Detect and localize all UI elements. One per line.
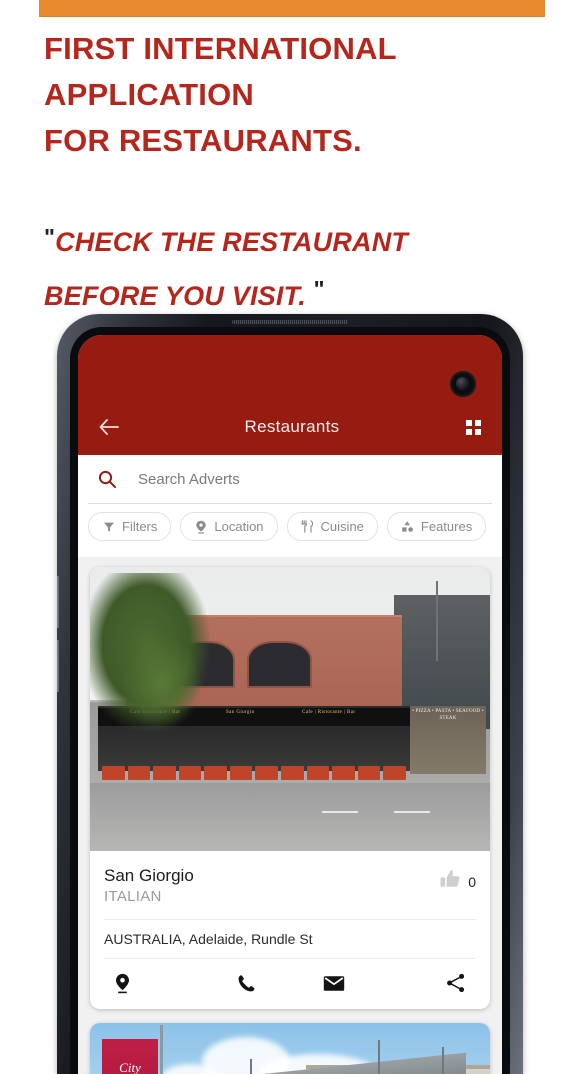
volume-down-button[interactable] xyxy=(57,640,59,692)
volume-up-button[interactable] xyxy=(57,576,59,628)
quote-open-mark: " xyxy=(44,224,56,250)
photo-road xyxy=(90,782,490,851)
chip-cuisine[interactable]: Cuisine xyxy=(286,512,378,541)
photo-mast xyxy=(378,1039,380,1074)
app-bar: Restaurants xyxy=(78,335,502,455)
photo-sign-right: Cafe | Ristorante | Bar xyxy=(302,710,356,716)
photo-road-marking-1 xyxy=(322,811,358,814)
chip-cuisine-label: Cuisine xyxy=(320,519,364,534)
envelope-icon[interactable] xyxy=(290,969,378,997)
restaurant-list: Cafe Ristorante | Bar San Giorgio Cafe |… xyxy=(78,557,502,1074)
chip-location-label: Location xyxy=(214,519,264,534)
promo-quote: "CHECK THE RESTAURANT BEFORE YOU VISIT. … xyxy=(44,214,554,320)
headline-line-1: FIRST INTERNATIONAL xyxy=(44,31,397,66)
photo-sign-center: San Giorgio xyxy=(226,710,255,716)
photo-window-right xyxy=(247,641,313,689)
map-pin-icon[interactable] xyxy=(104,969,202,997)
photo-street-banner: City xyxy=(102,1038,158,1074)
search-icon xyxy=(94,466,120,492)
chip-features[interactable]: Features xyxy=(386,512,487,541)
fork-knife-icon xyxy=(301,520,315,534)
headline-line-3: FOR RESTAURANTS. xyxy=(44,123,362,158)
grid-view-icon[interactable] xyxy=(460,414,486,440)
quote-line-2: BEFORE YOU VISIT. " xyxy=(44,266,554,320)
search-header: Search Adverts Filters Location Cuisine … xyxy=(78,455,502,557)
filter-funnel-icon xyxy=(102,520,116,534)
photo-shopfront xyxy=(98,726,410,772)
search-divider xyxy=(88,503,492,504)
search-row[interactable]: Search Adverts xyxy=(78,455,502,503)
thumbs-up-icon[interactable] xyxy=(440,869,461,894)
phone-screen: Restaurants Search Adverts Filters Locat… xyxy=(78,335,502,1074)
restaurant-address: AUSTRALIA, Adelaide, Rundle St xyxy=(104,931,313,947)
restaurant-photo: City xyxy=(90,1023,490,1074)
app-bar-row: Restaurants xyxy=(78,403,502,451)
front-camera-punch-hole xyxy=(450,371,476,397)
back-arrow-icon[interactable] xyxy=(94,412,124,442)
restaurant-photo: Cafe Ristorante | Bar San Giorgio Cafe |… xyxy=(90,567,490,851)
restaurant-cuisine: ITALIAN xyxy=(104,888,162,905)
card-actions-row xyxy=(90,959,490,1009)
card-title-row: San Giorgio ITALIAN 0 xyxy=(90,851,490,919)
photo-menu-board-text: • PIZZA • PASTA • SEAFOOD • STEAK xyxy=(412,709,484,722)
chip-location[interactable]: Location xyxy=(180,512,278,541)
app-bar-title: Restaurants xyxy=(244,417,340,436)
restaurant-name: San Giorgio xyxy=(104,866,194,885)
top-orange-bar xyxy=(39,0,545,17)
photo-street-pole xyxy=(436,581,438,661)
chip-features-label: Features xyxy=(420,519,473,534)
location-pin-icon xyxy=(194,520,208,534)
chip-filters-label: Filters xyxy=(122,519,158,534)
photo-tree-secondary xyxy=(122,635,202,732)
phone-mockup: Restaurants Search Adverts Filters Locat… xyxy=(57,314,523,1074)
photo-mast xyxy=(442,1047,444,1074)
photo-mast xyxy=(250,1059,252,1074)
like-count: 0 xyxy=(468,873,476,890)
filter-chips-row: Filters Location Cuisine Features xyxy=(78,512,502,551)
restaurant-card[interactable]: City xyxy=(90,1023,490,1074)
phone-icon[interactable] xyxy=(202,969,290,997)
promo-headline: FIRST INTERNATIONAL APPLICATION FOR REST… xyxy=(44,26,544,164)
quote-text-2: BEFORE YOU VISIT. xyxy=(44,281,306,311)
card-body: San Giorgio ITALIAN 0 AUSTRALIA, Adelaid… xyxy=(90,851,490,1009)
card-title-col: San Giorgio ITALIAN xyxy=(104,865,440,907)
photo-banner-text: City xyxy=(119,1059,141,1074)
restaurant-card[interactable]: Cafe Ristorante | Bar San Giorgio Cafe |… xyxy=(90,567,490,1009)
quote-line-1: "CHECK THE RESTAURANT xyxy=(44,214,554,266)
photo-menu-board: • PIZZA • PASTA • SEAFOOD • STEAK xyxy=(410,706,486,775)
chip-filters[interactable]: Filters xyxy=(88,512,172,541)
headline-line-2: APPLICATION xyxy=(44,77,255,112)
like-group[interactable]: 0 xyxy=(440,865,476,894)
search-input[interactable]: Search Adverts xyxy=(138,471,486,488)
share-icon[interactable] xyxy=(378,969,476,997)
photo-road-marking-2 xyxy=(394,811,430,814)
quote-text-1: CHECK THE RESTAURANT xyxy=(55,227,409,257)
photo-banner-pole xyxy=(160,1025,163,1074)
photo-planters xyxy=(102,765,406,780)
features-shapes-icon xyxy=(401,520,415,534)
quote-close-mark: " xyxy=(313,276,325,302)
earpiece-speaker xyxy=(232,320,348,324)
